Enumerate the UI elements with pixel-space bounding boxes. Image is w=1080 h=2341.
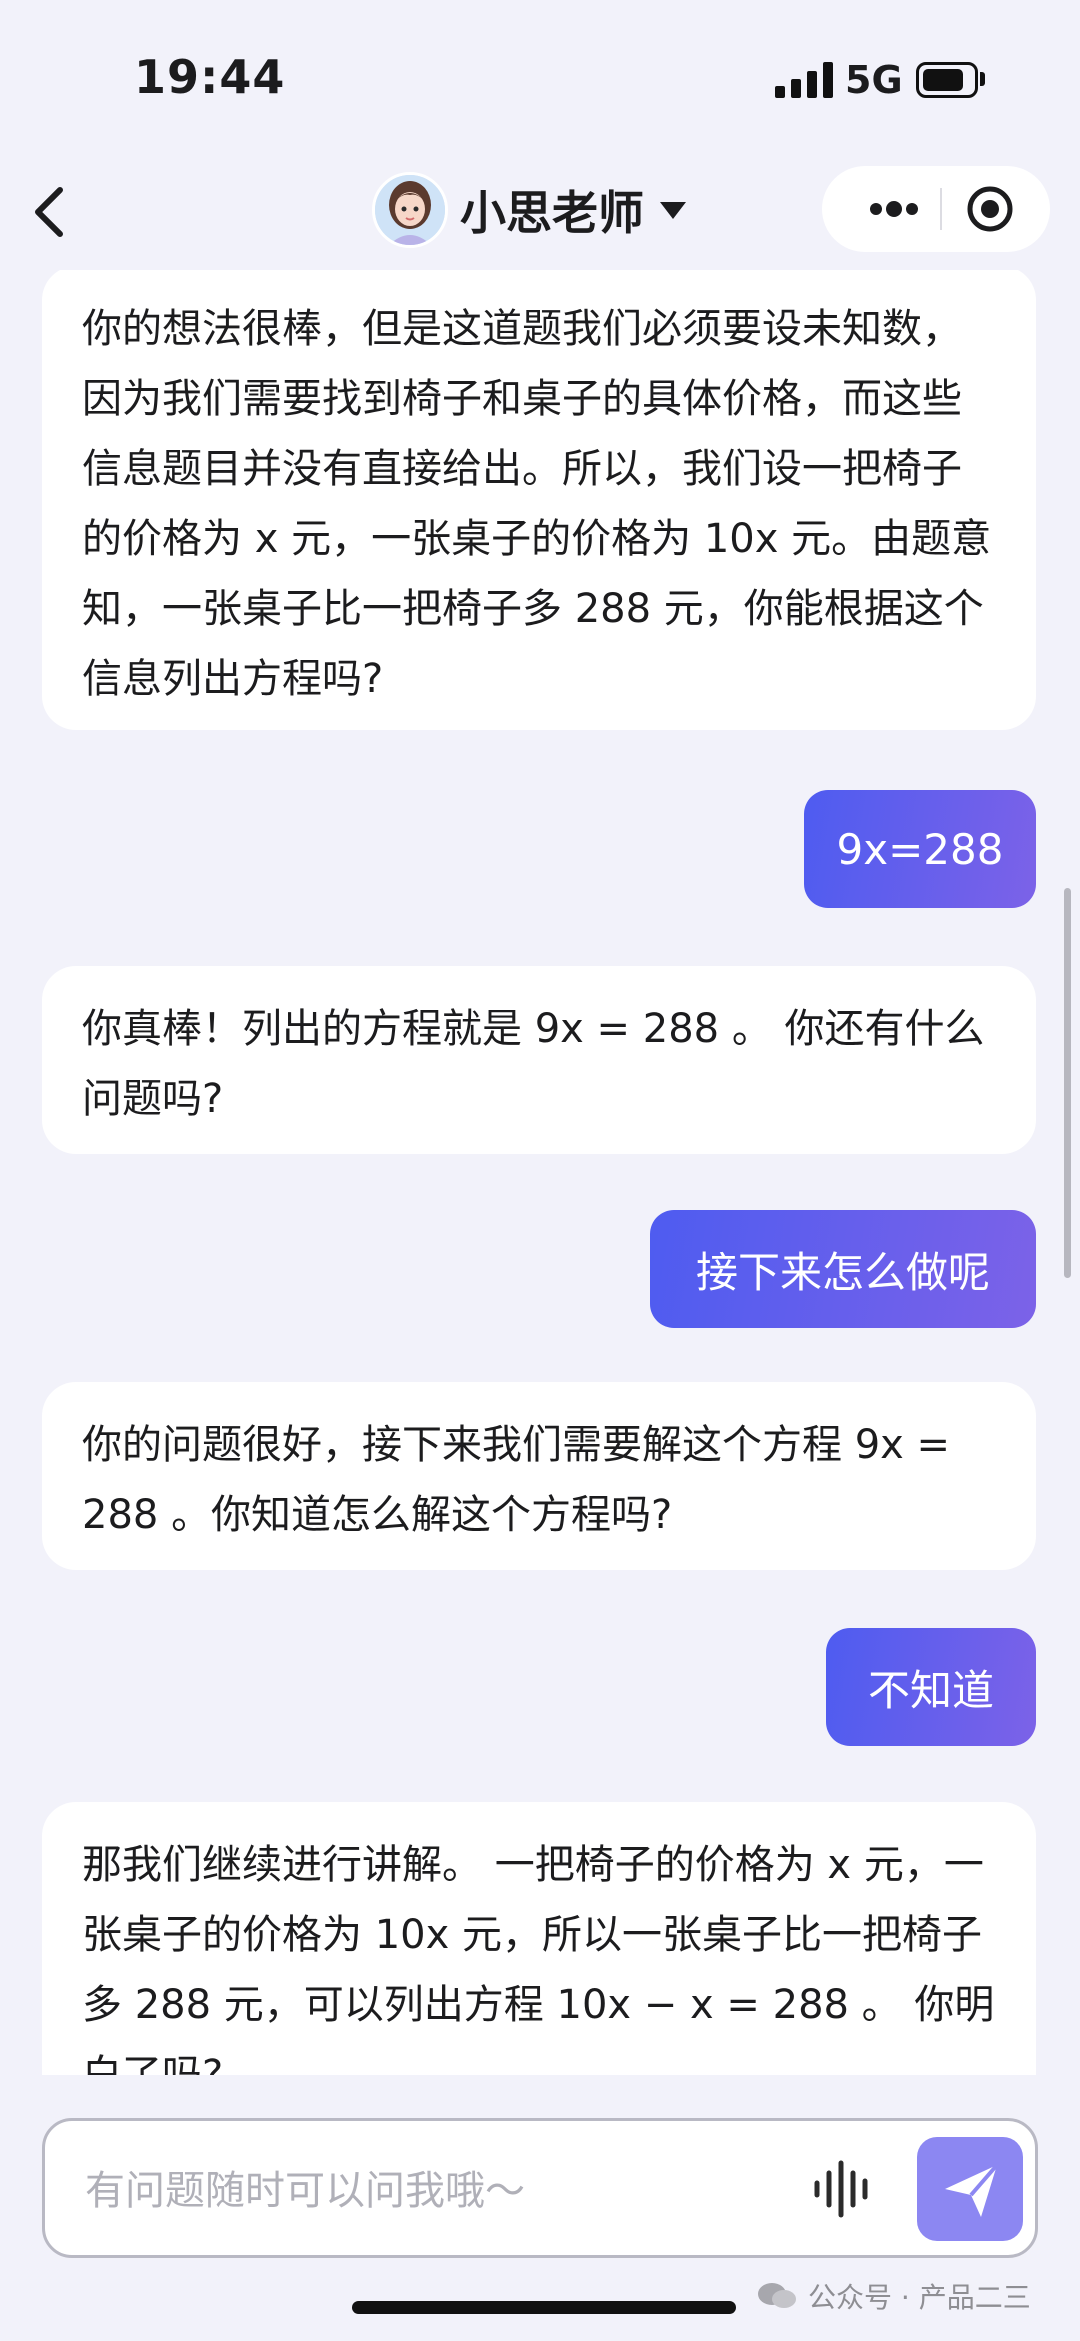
close-miniprogram-button[interactable] [942,166,1050,252]
target-icon [967,186,1013,232]
assistant-message: 你的问题很好，接下来我们需要解这个方程 9x = 288 。你知道怎么解这个方程… [42,1382,1036,1570]
input-bar [42,2118,1038,2258]
more-dots-icon [870,201,918,217]
send-paper-plane-icon [945,2163,999,2217]
home-indicator[interactable] [352,2301,736,2314]
more-button[interactable] [842,166,940,252]
assistant-message: 那我们继续进行讲解。 一把椅子的价格为 x 元，一张桌子的价格为 10x 元，所… [42,1802,1036,2075]
nav-bar: 小思老师 [0,150,1080,270]
wechat-icon [758,2283,796,2308]
chat-area[interactable]: 你的想法很棒，但是这道题我们必须要设未知数，因为我们需要找到椅子和桌子的具体价格… [0,270,1080,2075]
miniprogram-capsule [822,166,1050,252]
page-title: 小思老师 [460,186,644,240]
assistant-message: 你的想法很棒，但是这道题我们必须要设未知数，因为我们需要找到椅子和桌子的具体价格… [42,270,1036,730]
scrollbar[interactable] [1064,888,1071,1278]
watermark-text: 公众号 · 产品二三 [808,2281,1031,2314]
battery-tip [980,72,985,86]
teacher-selector[interactable]: 小思老师 [372,168,686,252]
voice-button[interactable] [809,2157,879,2221]
assistant-message: 你真棒！列出的方程就是 9x = 288 。 你还有什么问题吗? [42,966,1036,1154]
back-button[interactable] [22,180,82,244]
user-message: 9x=288 [804,790,1036,908]
status-time: 19:44 [134,50,286,104]
voice-wave-icon [814,2160,868,2218]
dropdown-caret-icon [660,201,686,219]
message-input[interactable] [83,2155,787,2227]
user-message: 不知道 [826,1628,1036,1746]
status-bar: 19:44 5G [0,0,1080,150]
network-type: 5G [845,58,903,102]
battery-icon [916,62,978,98]
back-chevron-icon [35,187,63,237]
signal-icon [775,62,833,98]
send-button[interactable] [917,2137,1023,2241]
avatar [372,172,448,248]
user-message: 接下来怎么做呢 [650,1210,1036,1328]
watermark: 公众号 · 产品二三 [756,2276,1031,2316]
